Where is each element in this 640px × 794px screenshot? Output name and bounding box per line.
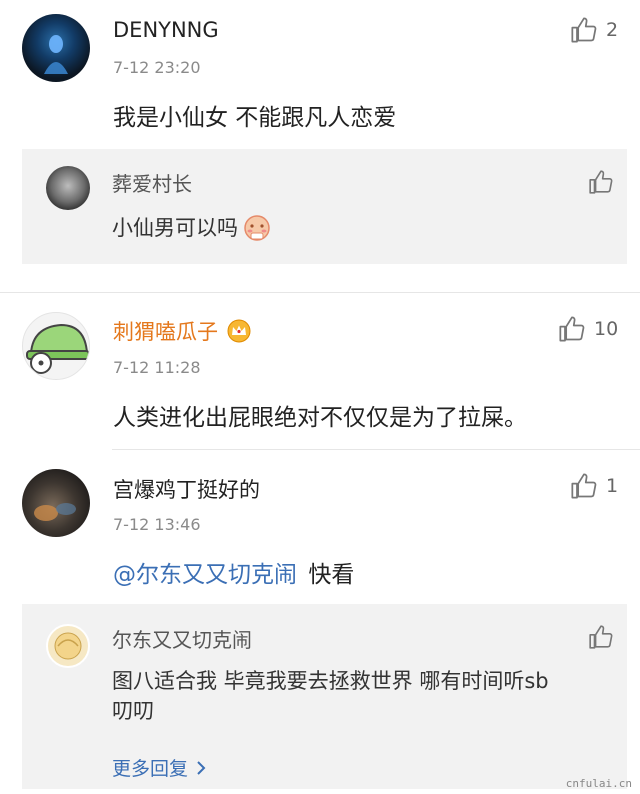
reply-avatar[interactable] [46, 624, 90, 668]
comment-author[interactable]: 刺猬嗑瓜子 [113, 316, 218, 346]
shy-face-emoji-icon [244, 215, 270, 241]
avatar-figure-icon [44, 35, 68, 74]
avatar[interactable] [22, 469, 90, 537]
chevron-right-icon [197, 760, 206, 775]
comment-time: 7-12 23:20 [113, 58, 201, 77]
reply-like-button[interactable] [588, 624, 614, 654]
like-button[interactable]: 2 [570, 16, 618, 44]
reply-text: 小仙男可以吗 [112, 213, 272, 243]
like-count: 2 [606, 19, 619, 41]
comment-time: 7-12 13:46 [113, 515, 201, 534]
mention-link[interactable]: @尔东又又切克闹 [113, 562, 297, 588]
reply-text: 图八适合我 毕竟我要去拯救世界 哪有时间听sb 叨叨 [112, 666, 617, 726]
reply-avatar[interactable] [46, 166, 90, 210]
watermark: cnfulai.cn [565, 777, 632, 790]
thumbs-up-icon [571, 473, 597, 499]
like-count: 10 [594, 318, 619, 340]
thumbs-up-icon [571, 17, 597, 43]
more-replies-label: 更多回复 [112, 758, 189, 780]
thumbs-up-icon [559, 316, 585, 342]
comment-author[interactable]: DENYNNG [113, 18, 219, 42]
reply-text-line-1: 图八适合我 毕竟我要去拯救世界 哪有时间听sb [112, 669, 549, 693]
crown-icon [227, 319, 251, 343]
comment-author[interactable]: 宫爆鸡丁挺好的 [113, 474, 260, 504]
avatar-photo-icon [34, 503, 76, 521]
avatar-cartoon-icon [26, 323, 89, 374]
more-replies-link[interactable]: 更多回复 [112, 754, 208, 781]
reply-text-line-2: 叨叨 [112, 699, 154, 723]
comment-author-row: 刺猬嗑瓜子 [113, 316, 252, 346]
reply-box[interactable]: 尔东又又切克闹 图八适合我 毕竟我要去拯救世界 哪有时间听sb 叨叨 更多回复 [22, 604, 627, 789]
avatar[interactable] [22, 312, 90, 380]
divider [0, 292, 640, 293]
comment-text: 我是小仙女 不能跟凡人恋爱 [113, 105, 397, 131]
thumbs-up-icon [589, 170, 613, 194]
reply-author[interactable]: 尔东又又切克闹 [112, 624, 252, 653]
comment-text: @尔东又又切克闹 快看 [113, 555, 354, 589]
like-button[interactable]: 10 [558, 315, 618, 343]
like-count: 1 [606, 475, 619, 497]
reply-author[interactable]: 葬爱村长 [112, 168, 192, 197]
reply-like-button[interactable] [588, 169, 614, 199]
divider [112, 449, 640, 450]
reply-text-content: 小仙男可以吗 [112, 216, 238, 240]
like-button[interactable]: 1 [570, 472, 618, 500]
avatar[interactable] [22, 14, 90, 82]
comment-text-content: 快看 [308, 562, 355, 588]
thumbs-up-icon [589, 625, 613, 649]
avatar-character-icon [54, 632, 82, 660]
comment-time: 7-12 11:28 [113, 358, 201, 377]
comment-text: 人类进化出屁眼绝对不仅仅是为了拉屎。 [113, 405, 527, 431]
reply-box[interactable]: 葬爱村长 小仙男可以吗 [22, 149, 627, 264]
